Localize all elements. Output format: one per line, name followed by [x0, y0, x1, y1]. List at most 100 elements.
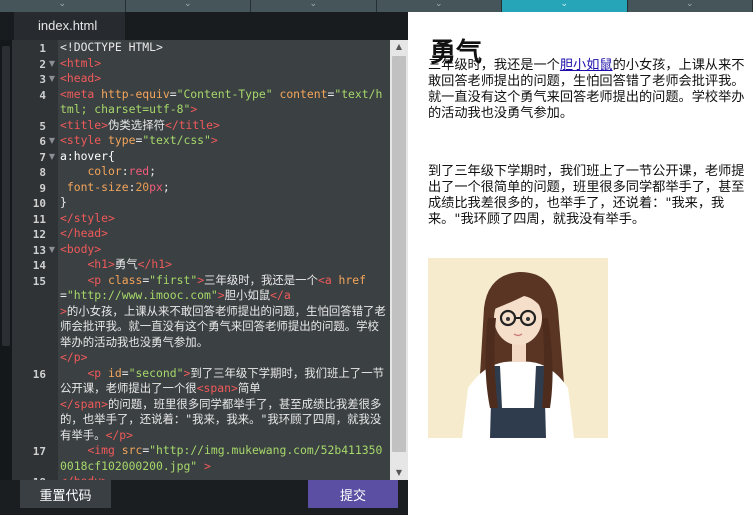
editor-tab-bar: index.html	[0, 12, 408, 40]
code-line: 13 ▼ <body>	[12, 242, 390, 258]
line-number: 4	[39, 88, 46, 102]
code-line: 3 ▼ <head>	[12, 71, 390, 87]
code-line: 11 </style>	[12, 211, 390, 227]
code-line: 8 color:red;	[12, 164, 390, 180]
code-line: 4 <meta http-equiv="Content-Type" content…	[12, 87, 390, 118]
code-line: 1 <!DOCTYPE HTML>	[12, 40, 390, 56]
step-segment[interactable]: ⌄	[502, 0, 628, 12]
code-text: <p id="second">到了三年级下学期时，我们班上了一节公开课，老师提出…	[60, 365, 384, 442]
line-number: 17	[32, 445, 46, 458]
reset-code-button[interactable]: 重置代码	[20, 480, 111, 508]
submit-button[interactable]: 提交	[308, 480, 398, 508]
line-number: 13	[32, 243, 46, 257]
code-text: <html>	[60, 55, 102, 70]
line-number: 8	[39, 166, 46, 179]
p1-text-before: 三年级时，我还是一个	[428, 58, 560, 73]
chevron-down-icon: ⌄	[685, 0, 694, 9]
tab-index-html[interactable]: index.html	[14, 12, 125, 40]
fold-arrow-icon[interactable]: ▼	[46, 56, 58, 72]
preview-pane: 勇气 三年级时，我还是一个胆小如鼠的小女孩，上课从来不敢回答老师提出的问题，生怕…	[408, 12, 753, 515]
code-line: 5 <title>伪类选择符</title>	[12, 118, 390, 134]
code-line: 7 ▼ a:hover{	[12, 149, 390, 165]
code-text: <h1>勇气</h1>	[87, 257, 172, 271]
line-number: 7	[39, 150, 46, 164]
line-number: 10	[32, 197, 46, 210]
step-segment[interactable]: ⌄	[627, 0, 753, 12]
code-lines: 1 <!DOCTYPE HTML> 2 ▼ <html> 3 ▼ <head> 4 <meta h…	[12, 40, 390, 480]
fold-arrow-icon[interactable]: ▼	[46, 71, 58, 87]
code-text: <img src="http://img.mukewang.com/52b411…	[60, 443, 383, 473]
line-number: 16	[32, 367, 46, 381]
fold-arrow-icon[interactable]: ▼	[46, 149, 58, 165]
code-line: 17 <img src="http://img.mukewang.com/52b…	[12, 443, 390, 474]
scroll-down-icon[interactable]: ▼	[390, 466, 408, 480]
code-text: <meta http-equiv="Content-Type" content=…	[60, 86, 383, 117]
code-text: color:red;	[87, 164, 157, 178]
code-line: 2 ▼ <html>	[12, 56, 390, 72]
code-text: }	[60, 195, 67, 209]
progress-steps: ⌄ ⌄ ⌄ ⌄ ⌄ ⌄	[0, 0, 753, 12]
code-text: </style>	[60, 210, 115, 225]
line-number: 6	[39, 135, 46, 148]
chevron-down-icon: ⌄	[434, 0, 443, 9]
scroll-up-icon[interactable]: ▲	[390, 40, 408, 54]
preview-paragraph-first: 三年级时，我还是一个胆小如鼠的小女孩，上课从来不敢回答老师提出的问题，生怕回答错…	[428, 58, 750, 122]
editor-left-rail	[0, 40, 12, 480]
code-text: </head>	[60, 226, 109, 240]
line-number: 11	[32, 212, 46, 226]
preview-paragraph-second: 到了三年级下学期时，我们班上了一节公开课，老师提出了一个很简单的问题，班里很多同…	[428, 164, 745, 227]
code-line: 9 font-size:20px;	[12, 180, 390, 196]
chevron-down-icon: ⌄	[58, 0, 67, 9]
code-line: 6 ▼ <style type="text/css">	[12, 133, 390, 149]
line-number: 14	[32, 259, 46, 272]
code-text: <p class="first">三年级时，我还是一个<a href="http…	[60, 272, 386, 365]
step-segment[interactable]: ⌄	[251, 0, 377, 12]
step-segment[interactable]: ⌄	[0, 0, 126, 12]
line-number: 15	[32, 274, 46, 288]
girl-illustration	[428, 258, 608, 438]
preview-image	[428, 258, 608, 438]
code-line: 15 <p class="first">三年级时，我还是一个<a href="h…	[12, 273, 390, 366]
preview-link[interactable]: 胆小如鼠	[560, 58, 613, 73]
chevron-down-icon: ⌄	[560, 0, 569, 9]
editor-action-bar: 重置代码 提交	[0, 480, 408, 515]
line-number: 5	[39, 119, 46, 133]
code-text: a:hover{	[60, 148, 115, 163]
step-segment[interactable]: ⌄	[376, 0, 502, 12]
chevron-down-icon: ⌄	[183, 0, 192, 9]
step-segment[interactable]: ⌄	[125, 0, 251, 12]
chevron-down-icon: ⌄	[309, 0, 318, 9]
code-text: <style type="text/css">	[60, 133, 218, 147]
line-number: 2	[39, 57, 46, 71]
fold-arrow-icon[interactable]: ▼	[46, 242, 58, 258]
line-number: 1	[39, 42, 46, 55]
code-line: 14 <h1>勇气</h1>	[12, 257, 390, 273]
left-rail-thumb	[2, 46, 10, 346]
editor-scrollbar[interactable]: ▲ ▼	[390, 40, 408, 480]
scrollbar-thumb[interactable]	[392, 56, 406, 452]
code-editor-panel: index.html 1 <!DOCTYPE HTML> 2 ▼ <html> 3 ▼ <he…	[0, 12, 408, 515]
code-text: font-size:20px;	[66, 179, 170, 194]
line-number: 3	[39, 73, 46, 86]
fold-arrow-icon[interactable]: ▼	[46, 133, 58, 149]
code-textarea[interactable]: 1 <!DOCTYPE HTML> 2 ▼ <html> 3 ▼ <head> 4 <meta h…	[12, 40, 390, 480]
code-text: <!DOCTYPE HTML>	[60, 40, 163, 54]
code-text: <body>	[60, 241, 102, 256]
line-number: 12	[32, 228, 46, 241]
code-line: 16 <p id="second">到了三年级下学期时，我们班上了一节公开课，老…	[12, 366, 390, 444]
code-line: 12 </head>	[12, 226, 390, 242]
line-number: 9	[39, 181, 46, 195]
code-text: <head>	[60, 71, 102, 85]
